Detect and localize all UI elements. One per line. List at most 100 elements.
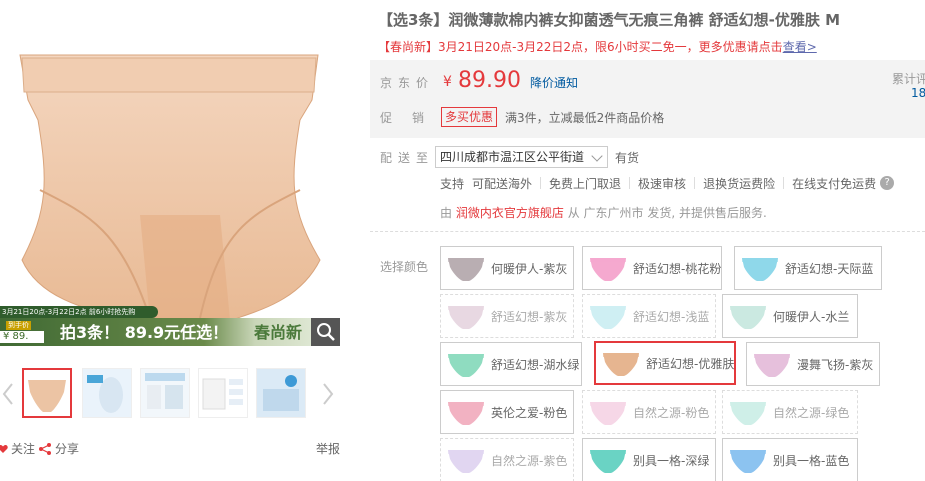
color-option[interactable]: 舒适幻想-桃花粉 <box>582 246 722 290</box>
color-swatch-image <box>445 443 487 477</box>
promo-banner-timeframe: 3月21日20点-3月22日2点 前6小时抢先购 <box>0 306 158 318</box>
main-product-image[interactable] <box>0 0 340 346</box>
color-option-label: 自然之源-粉色 <box>633 405 710 420</box>
color-option-label: 舒适幻想-天际蓝 <box>785 261 874 276</box>
color-swatch-image <box>445 251 487 285</box>
color-option[interactable]: 何暖伊人-紫灰 <box>440 246 574 290</box>
subtitle-text: 【春尚新】3月21日20点-3月22日2点，限6小时买二免一，更多优惠请点击 <box>378 40 783 54</box>
color-option-label: 别具一格-蓝色 <box>773 453 850 468</box>
heart-icon <box>0 444 8 453</box>
color-option[interactable]: 舒适幻想-湖水绿 <box>440 342 582 386</box>
thumbnail-2[interactable] <box>82 368 132 418</box>
color-option-label: 自然之源-紫色 <box>491 453 568 468</box>
price-value: 89.90 <box>458 68 521 93</box>
color-option[interactable]: 别具一格-深绿 <box>582 438 716 481</box>
price-notify-link[interactable]: 降价通知 <box>530 74 578 91</box>
color-option[interactable]: 漫舞飞扬-紫灰 <box>746 342 880 386</box>
address-text: 四川成都市温江区公平街道 <box>440 150 585 164</box>
divider <box>694 177 696 189</box>
color-option[interactable]: 英伦之爱-粉色 <box>440 390 574 434</box>
promo-price-tag: 到手价 <box>6 321 31 330</box>
share-label: 分享 <box>55 442 80 456</box>
promo-tag[interactable]: 多买优惠 <box>441 107 498 127</box>
product-subtitle: 【春尚新】3月21日20点-3月22日2点，限6小时买二免一，更多优惠请点击查看… <box>378 38 817 55</box>
color-option-label: 何暖伊人-水兰 <box>773 309 850 324</box>
color-swatch-image <box>587 443 629 477</box>
product-gallery: 3月21日20点-3月22日2点 前6小时抢先购 到手价 ¥ 89. 拍3条！ … <box>0 0 345 481</box>
chevron-down-icon <box>591 150 603 162</box>
thumbnail-1[interactable] <box>22 368 72 418</box>
color-option[interactable]: 自然之源-粉色 <box>582 390 716 434</box>
report-link[interactable]: 举报 <box>316 440 340 457</box>
follow-button[interactable]: 关注 <box>0 440 35 457</box>
magnifier-icon <box>316 323 335 341</box>
color-option[interactable]: 舒适幻想-优雅肤 <box>594 341 736 385</box>
color-option-label: 舒适幻想-桃花粉 <box>633 261 722 276</box>
service-fast-review[interactable]: 极速审核 <box>638 175 686 192</box>
promo-price: ¥ 89. <box>0 331 44 343</box>
color-option-label: 漫舞飞扬-紫灰 <box>797 357 874 372</box>
promo-description: 满3件，立减最低2件商品价格 <box>505 111 665 125</box>
color-option[interactable]: 舒适幻想-浅蓝 <box>582 294 716 338</box>
share-icon <box>39 442 51 455</box>
color-swatch-image <box>445 299 487 333</box>
color-option[interactable]: 舒适幻想-天际蓝 <box>734 246 882 290</box>
review-label: 累计评 <box>892 72 925 86</box>
seller-from: 由 <box>440 206 453 220</box>
color-swatch-image <box>587 299 629 333</box>
thumbnail-4[interactable] <box>198 368 248 418</box>
thumbnail-image <box>199 369 247 417</box>
thumbnail-strip <box>0 366 345 422</box>
thumbnail-3[interactable] <box>140 368 190 418</box>
color-swatch-image <box>727 299 769 333</box>
chevron-left-icon <box>2 383 13 405</box>
promo-label: 促销 <box>380 111 445 125</box>
color-option-label: 舒适幻想-优雅肤 <box>646 356 735 371</box>
color-swatch-image <box>739 251 781 285</box>
price-label: 京东价 <box>380 76 435 90</box>
color-swatch-image <box>445 395 487 429</box>
color-option[interactable]: 自然之源-绿色 <box>722 390 858 434</box>
color-option-label: 别具一格-深绿 <box>633 453 710 468</box>
subtitle-more-link[interactable]: 查看> <box>783 40 817 54</box>
promo-banner-brand: 春尚新 <box>254 323 303 342</box>
help-icon[interactable]: ? <box>880 176 895 190</box>
service-return-insurance[interactable]: 退换货运费险 <box>703 175 775 192</box>
service-free-pickup[interactable]: 免费上门取退 <box>549 175 621 192</box>
review-count[interactable]: 18 <box>911 86 925 100</box>
seller-rest: 从 广东广州市 发货, 并提供售后服务. <box>567 206 767 220</box>
share-button[interactable]: 分享 <box>38 440 79 457</box>
color-swatch-image <box>587 251 629 285</box>
shipping-row: 配送至 四川成都市温江区公平街道 有货 <box>370 146 925 168</box>
thumbnail-image <box>257 369 305 417</box>
promo-price-box: 到手价 ¥ 89. <box>0 320 54 344</box>
thumb-prev-button[interactable] <box>0 376 16 412</box>
thumb-next-button[interactable] <box>320 376 336 412</box>
thumbnail-image <box>83 369 131 417</box>
stock-status: 有货 <box>615 151 640 165</box>
follow-label: 关注 <box>11 442 36 456</box>
section-divider <box>370 231 925 232</box>
seller-shop-link[interactable]: 润微内衣官方旗舰店 <box>456 206 564 220</box>
color-option[interactable]: 别具一格-蓝色 <box>722 438 858 481</box>
color-swatch-image <box>600 346 642 380</box>
chevron-right-icon <box>323 383 334 405</box>
service-overseas[interactable]: 可配送海外 <box>472 175 532 192</box>
zoom-button[interactable] <box>311 318 340 346</box>
address-selector[interactable]: 四川成都市温江区公平街道 <box>435 146 608 168</box>
color-swatch-image <box>445 347 487 381</box>
color-option[interactable]: 何暖伊人-水兰 <box>722 294 858 338</box>
divider <box>629 177 631 189</box>
thumbnail-image <box>141 369 189 417</box>
gallery-actions: 关注 分享 举报 <box>0 440 345 460</box>
thumbnail-5[interactable] <box>256 368 306 418</box>
service-free-shipping[interactable]: 在线支付免运费 <box>792 175 876 192</box>
report-label: 举报 <box>316 442 341 456</box>
thumbnail-image <box>24 370 70 416</box>
color-option-label: 舒适幻想-浅蓝 <box>633 309 710 324</box>
color-option[interactable]: 舒适幻想-紫灰 <box>440 294 574 338</box>
divider <box>783 177 785 189</box>
color-option[interactable]: 自然之源-紫色 <box>440 438 574 481</box>
price-summary: 京东价 ¥ 89.90 降价通知 累计评 18 促销 多买优惠 满3件，立减最低… <box>370 60 925 138</box>
services-label: 支持 <box>440 176 465 191</box>
